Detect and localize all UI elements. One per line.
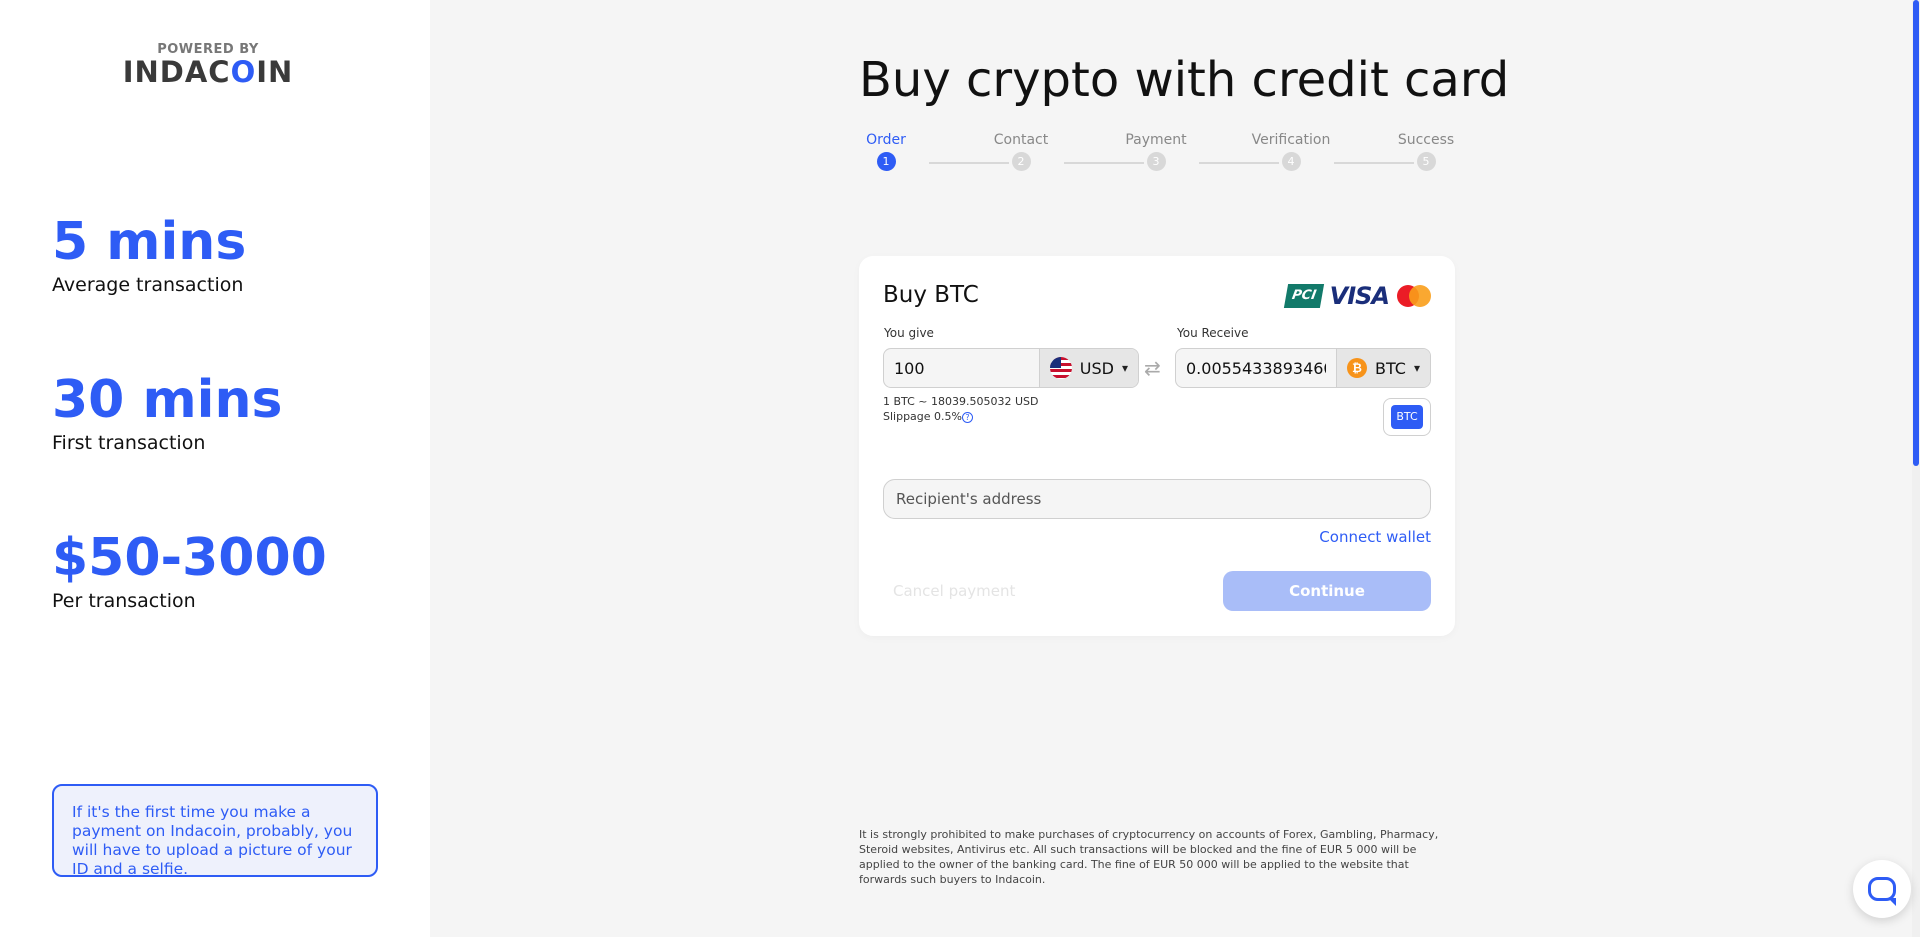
step-number: 1 bbox=[876, 152, 896, 171]
main-content: Buy crypto with credit card Order 1 Cont… bbox=[430, 0, 1920, 937]
cancel-payment-button[interactable]: Cancel payment bbox=[883, 571, 1025, 611]
order-card: Buy BTC PCI VISA You give USD ▾ ⇄ You Re… bbox=[859, 256, 1455, 636]
chevron-down-icon: ▾ bbox=[1121, 361, 1128, 375]
bitcoin-icon: ₿ bbox=[1346, 358, 1367, 378]
step-contact: Contact 2 bbox=[971, 132, 1071, 171]
you-give-group: USD ▾ bbox=[883, 348, 1139, 388]
btc-network-badge: BTC bbox=[1391, 405, 1423, 429]
continue-button[interactable]: Continue bbox=[1223, 571, 1431, 611]
stat-label: First transaction bbox=[52, 432, 206, 454]
rate-info: 1 BTC ~ 18039.505032 USD Slippage 0.5%? bbox=[883, 394, 1039, 424]
step-label: Success bbox=[1397, 132, 1455, 148]
you-give-label: You give bbox=[884, 326, 934, 340]
logo-wordmark: INDACOIN bbox=[122, 55, 294, 89]
sidebar: POWERED BY INDACOIN 5 mins Average trans… bbox=[0, 0, 430, 937]
visa-logo-icon: VISA bbox=[1329, 282, 1390, 310]
chevron-down-icon: ▾ bbox=[1413, 361, 1420, 375]
swap-icon[interactable]: ⇄ bbox=[1144, 356, 1161, 380]
stat-label: Average transaction bbox=[52, 274, 244, 296]
stat-per-transaction: $50-3000 Per transaction bbox=[52, 530, 327, 612]
help-icon[interactable]: ? bbox=[962, 411, 973, 423]
mastercard-logo-icon bbox=[1397, 285, 1431, 307]
network-selector[interactable]: BTC bbox=[1383, 398, 1431, 436]
step-number: 5 bbox=[1416, 152, 1436, 171]
step-success: Success 5 bbox=[1376, 132, 1476, 171]
step-number: 2 bbox=[1011, 152, 1031, 171]
indacoin-logo[interactable]: POWERED BY INDACOIN bbox=[118, 42, 298, 89]
step-number: 4 bbox=[1281, 152, 1301, 171]
step-number: 3 bbox=[1146, 152, 1166, 171]
you-receive-label: You Receive bbox=[1177, 326, 1249, 340]
card-title: Buy BTC bbox=[883, 282, 979, 308]
stat-average-transaction: 5 mins Average transaction bbox=[52, 214, 246, 296]
stat-value: 5 mins bbox=[52, 212, 247, 272]
progress-stepper: Order 1 Contact 2 Payment 3 Verification… bbox=[859, 132, 1455, 176]
exchange-rate: 1 BTC ~ 18039.505032 USD bbox=[883, 395, 1039, 408]
disclaimer-text: It is strongly prohibited to make purcha… bbox=[859, 828, 1439, 886]
payment-logos: PCI VISA bbox=[1283, 282, 1431, 310]
stat-value: 30 mins bbox=[52, 370, 283, 430]
scrollbar-thumb[interactable] bbox=[1913, 0, 1919, 466]
step-payment: Payment 3 bbox=[1106, 132, 1206, 171]
us-flag-icon bbox=[1049, 357, 1072, 379]
slippage-text: Slippage 0.5% bbox=[883, 410, 962, 423]
chat-widget-button[interactable] bbox=[1853, 860, 1911, 918]
receive-currency-select[interactable]: ₿ BTC ▾ bbox=[1335, 349, 1430, 387]
first-payment-info-box: If it's the first time you make a paymen… bbox=[52, 784, 378, 878]
step-verification: Verification 4 bbox=[1241, 132, 1341, 171]
stat-value: $50-3000 bbox=[52, 528, 327, 588]
step-label: Verification bbox=[1251, 132, 1331, 148]
step-order: Order 1 bbox=[836, 132, 936, 171]
stat-label: Per transaction bbox=[52, 590, 196, 612]
receive-currency-code: BTC bbox=[1374, 358, 1406, 378]
give-currency-code: USD bbox=[1079, 358, 1114, 378]
pci-logo-icon: PCI bbox=[1283, 284, 1324, 308]
recipient-address-input[interactable] bbox=[883, 479, 1431, 519]
chat-bubble-icon bbox=[1868, 877, 1896, 906]
step-label: Order bbox=[866, 132, 906, 148]
give-amount-input[interactable] bbox=[884, 349, 1039, 387]
stat-first-transaction: 30 mins First transaction bbox=[52, 372, 282, 454]
page-title: Buy crypto with credit card bbox=[859, 52, 1510, 108]
slippage-row: Slippage 0.5%? bbox=[883, 409, 1039, 424]
you-receive-group: ₿ BTC ▾ bbox=[1175, 348, 1431, 388]
give-currency-select[interactable]: USD ▾ bbox=[1038, 349, 1138, 387]
connect-wallet-link[interactable]: Connect wallet bbox=[1319, 528, 1431, 546]
step-label: Contact bbox=[993, 132, 1049, 148]
receive-amount-input[interactable] bbox=[1176, 349, 1336, 387]
page-scrollbar[interactable] bbox=[1912, 0, 1920, 937]
step-label: Payment bbox=[1125, 132, 1187, 148]
